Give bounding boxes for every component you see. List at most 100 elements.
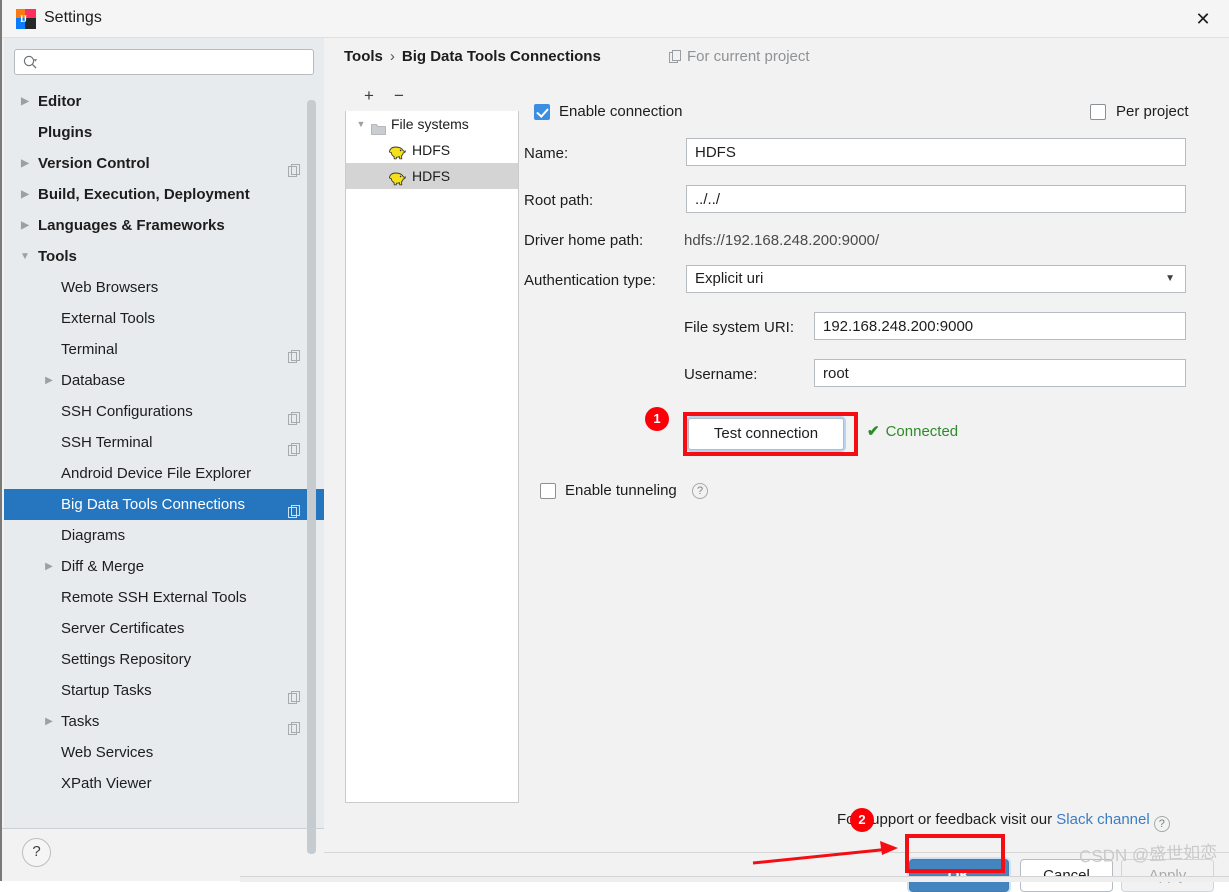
file-system-uri-label: File system URI: [684, 319, 795, 336]
sidebar-item-label: Database [61, 372, 126, 389]
sidebar-item-web-browsers[interactable]: Web Browsers [4, 272, 324, 303]
slack-channel-link[interactable]: Slack channel [1056, 811, 1149, 828]
sidebar-item-ssh-configurations[interactable]: SSH Configurations [4, 396, 324, 427]
breadcrumb-separator: › [389, 48, 395, 65]
scope-label: For current project [687, 48, 810, 65]
sidebar-item-diff-merge[interactable]: ▶ Diff & Merge [4, 551, 324, 582]
username-input[interactable] [814, 359, 1186, 387]
enable-tunneling-checkbox[interactable] [540, 483, 556, 499]
connection-status-label: Connected [885, 423, 959, 440]
sidebar-item-label: Editor [38, 93, 82, 110]
chevron-right-icon[interactable]: ▶ [18, 179, 32, 210]
sidebar-item-terminal[interactable]: Terminal [4, 334, 324, 365]
sidebar-item-label: Plugins [38, 124, 93, 141]
intellij-idea-icon: IJ [16, 9, 36, 29]
chevron-right-icon[interactable]: ▶ [18, 210, 32, 241]
help-button[interactable]: ? [22, 838, 51, 867]
sidebar-item-xpath-viewer[interactable]: XPath Viewer [4, 768, 324, 799]
enable-tunneling-label: Enable tunneling [565, 482, 677, 499]
breadcrumb-current: Big Data Tools Connections [401, 48, 601, 65]
root-path-label: Root path: [524, 192, 594, 209]
sidebar-item-plugins[interactable]: Plugins [4, 117, 324, 148]
remove-connection-button[interactable]: − [387, 84, 411, 108]
chevron-down-icon[interactable]: ▼ [354, 111, 368, 137]
sidebar-item-label: Web Browsers [61, 279, 159, 296]
chevron-right-icon[interactable]: ▶ [18, 148, 32, 179]
annotation-badge-1: 1 [645, 407, 669, 431]
connection-group[interactable]: ▼ File systems [346, 111, 518, 137]
copy-settings-icon [288, 684, 300, 704]
name-input[interactable] [686, 138, 1186, 166]
chevron-right-icon[interactable]: ▶ [42, 551, 56, 582]
support-help-icon[interactable]: ? [1153, 816, 1170, 832]
sidebar-item-label: Terminal [61, 341, 118, 358]
sidebar-item-label: Web Services [61, 744, 154, 761]
sidebar-item-label: Diagrams [61, 527, 126, 544]
folder-icon [371, 117, 386, 135]
search-icon [23, 55, 38, 70]
sidebar-item-ssh-terminal[interactable]: SSH Terminal [4, 427, 324, 458]
sidebar-item-label: Android Device File Explorer [61, 465, 252, 482]
settings-sidebar: ▶ Editor Plugins ▶ Version Control ▶ Build, Ex… [4, 38, 324, 854]
sidebar-item-label: Build, Execution, Deployment [38, 186, 250, 203]
breadcrumb: Tools › Big Data Tools Connections [344, 48, 601, 65]
root-path-input[interactable] [686, 185, 1186, 213]
per-project-checkbox[interactable] [1090, 104, 1106, 120]
search-box[interactable] [14, 49, 314, 75]
annotation-arrow [752, 841, 898, 865]
enable-connection-checkbox[interactable] [534, 104, 550, 120]
annotation-badge-2: 2 [850, 808, 874, 832]
copy-settings-icon [288, 405, 300, 425]
sidebar-item-tasks[interactable]: ▶ Tasks [4, 706, 324, 737]
connection-label: HDFS [412, 168, 451, 184]
chevron-right-icon[interactable]: ▶ [18, 86, 32, 117]
search-input[interactable] [47, 52, 309, 74]
window-title: Settings [44, 9, 102, 26]
test-connection-button[interactable]: Test connection [688, 418, 844, 450]
sidebar-item-label: Languages & Frameworks [38, 217, 225, 234]
sidebar-item-label: External Tools [61, 310, 155, 327]
add-connection-button[interactable]: + [357, 84, 381, 108]
sidebar-item-startup-tasks[interactable]: Startup Tasks [4, 675, 324, 706]
connection-status: ✔ Connected [867, 422, 958, 440]
sidebar-item-external-tools[interactable]: External Tools [4, 303, 324, 334]
file-system-uri-input[interactable] [814, 312, 1186, 340]
sidebar-item-big-data-tools-connections[interactable]: Big Data Tools Connections [4, 489, 324, 520]
sidebar-item-diagrams[interactable]: Diagrams [4, 520, 324, 551]
connection-item[interactable]: HDFS [346, 163, 518, 189]
tunneling-help-icon[interactable]: ? [692, 483, 708, 499]
copy-settings-icon [288, 343, 300, 363]
sidebar-item-editor[interactable]: ▶ Editor [4, 86, 324, 117]
sidebar-item-remote-ssh-external-tools[interactable]: Remote SSH External Tools [4, 582, 324, 613]
sidebar-item-settings-repository[interactable]: Settings Repository [4, 644, 324, 675]
connection-item[interactable]: HDFS [346, 137, 518, 163]
chevron-down-icon[interactable]: ▼ [18, 241, 32, 272]
sidebar-divider [2, 828, 324, 829]
enable-connection-label: Enable connection [559, 103, 683, 120]
sidebar-item-android-device-file-explorer[interactable]: Android Device File Explorer [4, 458, 324, 489]
authentication-type-select[interactable]: Explicit uri ▼ [686, 265, 1186, 293]
sidebar-scrollbar-thumb[interactable] [307, 100, 316, 854]
settings-content-panel: Tools › Big Data Tools Connections For cur… [324, 38, 1229, 892]
connections-list[interactable]: ▼ File systems HDFS HDFS [345, 111, 519, 803]
breadcrumb-root[interactable]: Tools [344, 48, 383, 65]
sidebar-item-version-control[interactable]: ▶ Version Control [4, 148, 324, 179]
close-icon[interactable]: ✕ [1187, 6, 1219, 32]
sidebar-item-label: SSH Terminal [61, 434, 153, 451]
sidebar-item-label: Big Data Tools Connections [61, 496, 245, 513]
sidebar-item-tools[interactable]: ▼ Tools [4, 241, 324, 272]
chevron-down-icon: ▼ [1165, 273, 1175, 284]
bottom-strip [240, 876, 1229, 882]
chevron-right-icon[interactable]: ▶ [42, 706, 56, 737]
driver-home-path-value: hdfs://192.168.248.200:9000/ [684, 232, 880, 249]
sidebar-item-build-execution-deployment[interactable]: ▶ Build, Execution, Deployment [4, 179, 324, 210]
project-scope-icon [669, 50, 681, 63]
sidebar-item-languages-frameworks[interactable]: ▶ Languages & Frameworks [4, 210, 324, 241]
sidebar-item-server-certificates[interactable]: Server Certificates [4, 613, 324, 644]
copy-settings-icon [288, 436, 300, 456]
settings-tree[interactable]: ▶ Editor Plugins ▶ Version Control ▶ Build, Ex… [4, 86, 324, 828]
sidebar-item-web-services[interactable]: Web Services [4, 737, 324, 768]
sidebar-item-database[interactable]: ▶ Database [4, 365, 324, 396]
copy-settings-icon [288, 715, 300, 735]
chevron-right-icon[interactable]: ▶ [42, 365, 56, 396]
